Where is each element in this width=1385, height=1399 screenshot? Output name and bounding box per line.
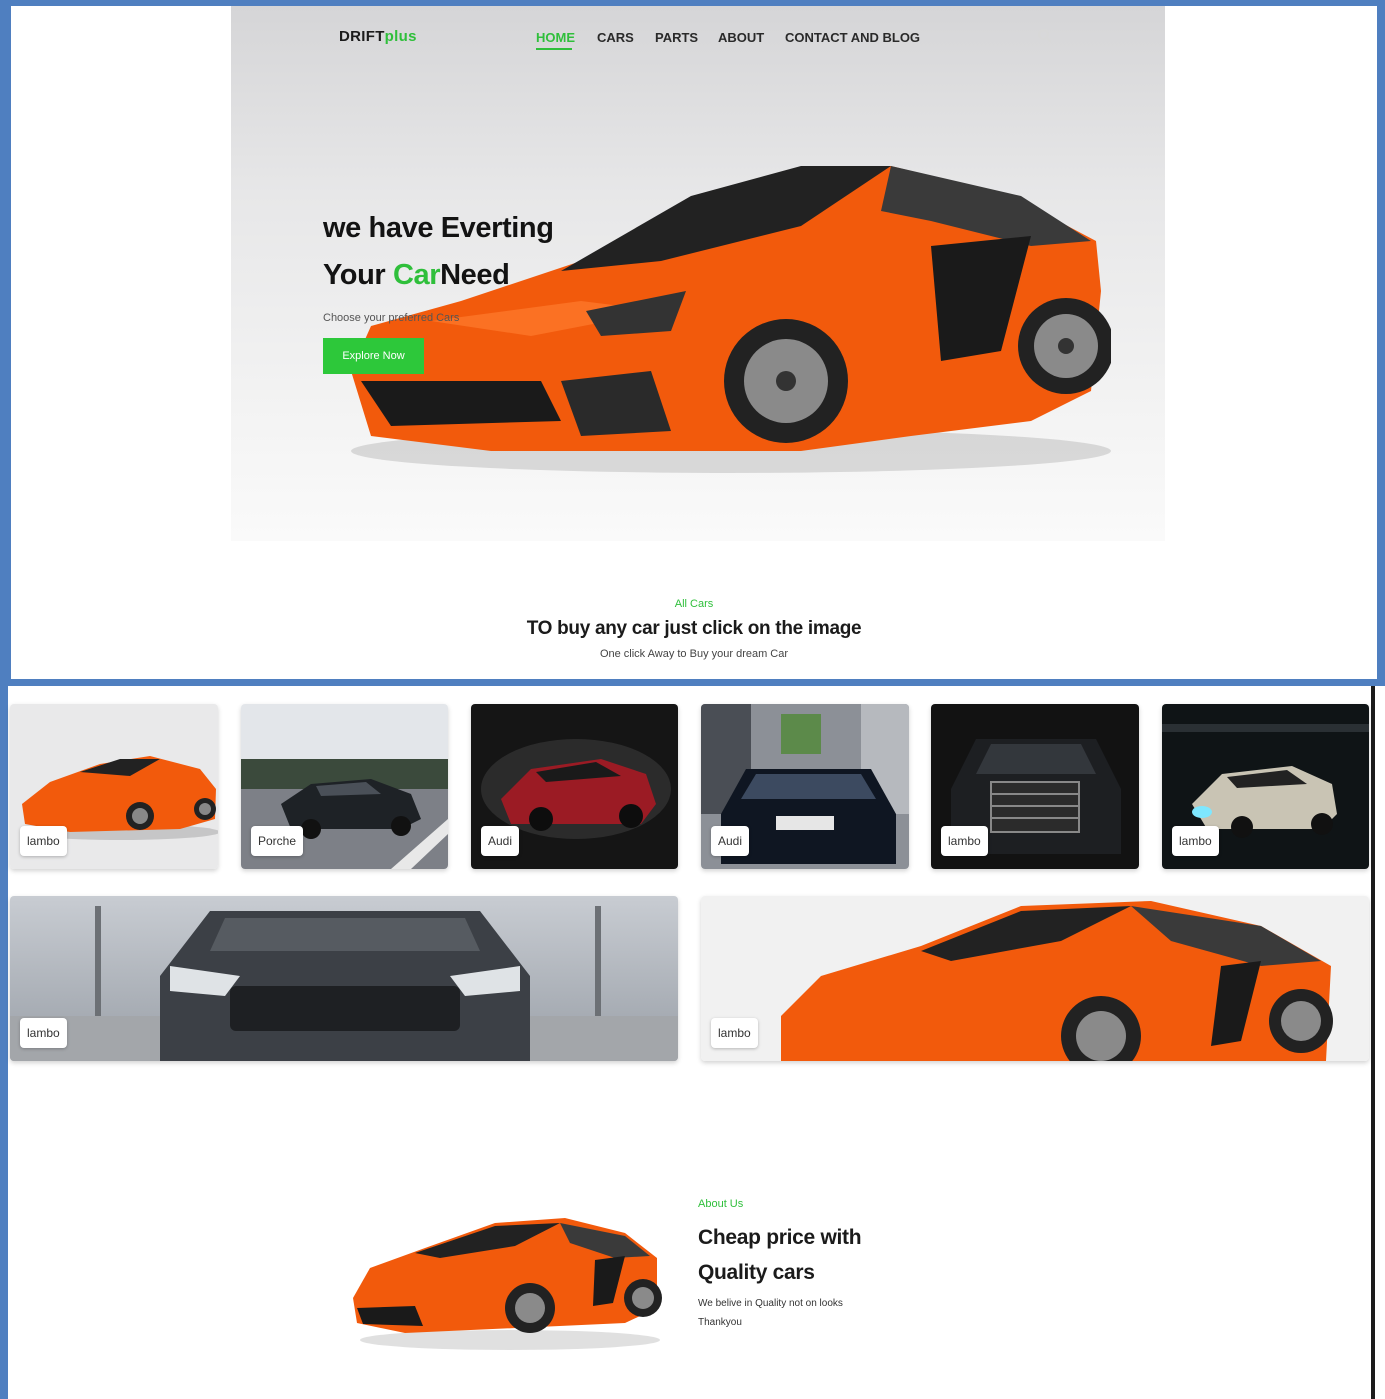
car-card-label: Porche <box>251 826 304 856</box>
car-card-label: lambo <box>20 826 67 856</box>
about-car-image <box>353 1218 662 1350</box>
hero-heading-line-1: we have Everting <box>323 212 554 244</box>
hero-heading-line-2: Your CarNeed <box>323 259 510 292</box>
about-title-line-1: Cheap price with <box>698 1226 862 1249</box>
hero-heading-accent: Car <box>392 259 441 291</box>
frame-left-border <box>0 686 8 1399</box>
nav-cars[interactable]: CARS <box>597 30 634 45</box>
logo-main: DRIFT <box>339 28 385 45</box>
site-logo[interactable]: DRIFTplus <box>339 28 417 45</box>
car-card-label: lambo <box>941 826 988 856</box>
hero-heading-your: Your <box>323 259 393 291</box>
scrollbar-edge <box>1371 686 1375 1399</box>
car-card-audi-1[interactable]: Audi <box>471 704 678 869</box>
car-card-lambo-1[interactable]: lambo <box>10 704 218 869</box>
car-card-wide-lambo[interactable]: lambo <box>701 896 1369 1061</box>
nav-parts[interactable]: PARTS <box>655 30 698 45</box>
car-card-lambo-3[interactable]: lambo <box>1162 704 1369 869</box>
bottom-screenshot-frame: lambo Porche Audi Audi lambo lambo lambo… <box>0 686 1385 1399</box>
car-card-label: Audi <box>711 826 750 856</box>
nav-home[interactable]: HOME <box>536 30 575 45</box>
all-cars-kicker: All Cars <box>674 598 714 610</box>
about-kicker: About Us <box>698 1198 744 1210</box>
explore-now-button[interactable]: Explore Now <box>323 338 424 374</box>
car-card-audi-2[interactable]: Audi <box>701 704 909 869</box>
about-title-line-2: Quality cars <box>698 1261 815 1284</box>
all-cars-title: TO buy any car just click on the image <box>526 618 862 639</box>
car-card-label: Audi <box>481 826 520 856</box>
nav-about[interactable]: ABOUT <box>718 30 764 45</box>
logo-accent: plus <box>384 28 417 45</box>
car-card-image <box>701 896 1369 1061</box>
about-text-line-2: Thankyou <box>698 1317 742 1328</box>
about-text: We belive in Quality not on looks Thanky… <box>698 1294 843 1332</box>
top-page-area: DRIFTplus HOME CARS PARTS ABOUT CONTACT … <box>11 6 1377 679</box>
hero-heading-need: Need <box>440 259 510 291</box>
car-card-label: lambo <box>711 1018 758 1048</box>
car-card-label: lambo <box>20 1018 67 1048</box>
car-card-image <box>10 896 678 1061</box>
car-card-porche[interactable]: Porche <box>241 704 448 869</box>
hero-subtitle: Choose your preferred Cars <box>323 312 460 324</box>
hero-section: DRIFTplus HOME CARS PARTS ABOUT CONTACT … <box>231 6 1165 541</box>
top-screenshot-frame: DRIFTplus HOME CARS PARTS ABOUT CONTACT … <box>0 0 1385 686</box>
nav-active-underline <box>536 48 572 50</box>
search-icon[interactable] <box>1037 28 1053 44</box>
all-cars-subtitle: One click Away to Buy your dream Car <box>599 648 789 660</box>
about-title: Cheap price with Quality cars <box>698 1220 862 1290</box>
car-card-lambo-2[interactable]: lambo <box>931 704 1139 869</box>
nav-contact-and-blog[interactable]: CONTACT AND BLOG <box>785 30 920 45</box>
car-card-label: lambo <box>1172 826 1219 856</box>
car-card-wide-mustang[interactable]: lambo <box>10 896 678 1061</box>
about-text-line-1: We belive in Quality not on looks <box>698 1298 843 1309</box>
